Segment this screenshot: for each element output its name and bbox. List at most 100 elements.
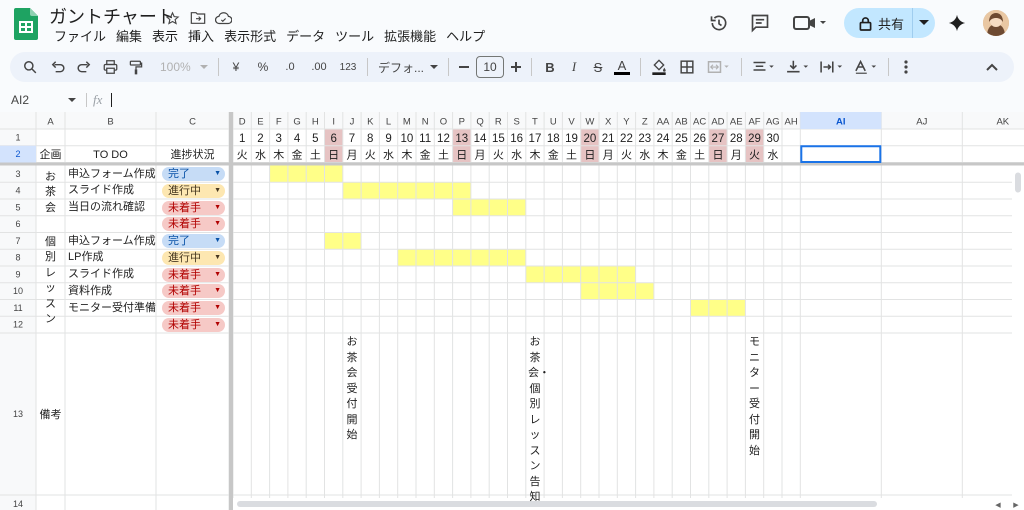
weekday: 木 bbox=[658, 149, 669, 162]
share-button[interactable]: 共有 bbox=[844, 8, 935, 38]
cloud-status-icon[interactable] bbox=[214, 9, 232, 27]
menu-item-5[interactable]: データ bbox=[281, 29, 330, 45]
dropdown-arrow-icon: ▼ bbox=[214, 203, 221, 211]
italic-button[interactable]: I bbox=[562, 55, 586, 79]
text-color-button[interactable]: A bbox=[610, 55, 634, 79]
task-name: スライド作成 bbox=[68, 268, 134, 280]
name-box-value: AI2 bbox=[11, 93, 30, 107]
weekday: 木 bbox=[401, 149, 412, 162]
status-dropdown[interactable]: 未着手 ▼ bbox=[162, 200, 225, 215]
text-rotation-icon[interactable] bbox=[850, 55, 882, 79]
menu-item-1[interactable]: 編集 bbox=[111, 29, 147, 45]
gantt-bar bbox=[342, 182, 471, 199]
menu-item-8[interactable]: ヘルプ bbox=[441, 29, 490, 45]
header-plan: 企画 bbox=[40, 147, 62, 161]
menu-item-0[interactable]: ファイル bbox=[49, 29, 111, 45]
day-number: 22 bbox=[620, 133, 633, 145]
column-header-AG: AG bbox=[766, 117, 780, 128]
move-folder-icon[interactable] bbox=[189, 9, 207, 27]
day-number: 28 bbox=[730, 133, 743, 145]
print-icon[interactable] bbox=[98, 55, 122, 79]
formula-input[interactable] bbox=[111, 93, 711, 107]
column-header-Y: Y bbox=[623, 117, 630, 128]
spreadsheet-app: ガントチャート ファイル 編集 表示 挿入 表示形式 データ ツール 拡張機能 ヘルプ 共有 1… bbox=[0, 0, 1024, 510]
row-header-13: 13 bbox=[13, 409, 23, 419]
font-select[interactable]: デフォ... bbox=[374, 55, 442, 79]
zoom-value: 100% bbox=[160, 60, 191, 74]
day-number: 29 bbox=[748, 133, 761, 145]
status-dropdown[interactable]: 未着手 ▼ bbox=[162, 267, 225, 282]
day-number: 15 bbox=[492, 133, 505, 145]
weekday: 月 bbox=[475, 150, 486, 162]
bold-button[interactable]: B bbox=[538, 55, 562, 79]
comments-icon[interactable] bbox=[746, 9, 774, 37]
strikethrough-button[interactable]: S bbox=[586, 55, 610, 79]
remark-note: モニター受付開始 bbox=[749, 336, 761, 457]
redo-icon[interactable] bbox=[72, 55, 96, 79]
status-dropdown[interactable]: 進行中 ▼ bbox=[162, 183, 225, 198]
group-label-tea-party: お茶会 bbox=[45, 170, 56, 214]
column-header-C: C bbox=[189, 117, 196, 128]
dropdown-arrow-icon: ▼ bbox=[214, 270, 221, 278]
menu-item-6[interactable]: ツール bbox=[330, 29, 379, 45]
day-number: 12 bbox=[437, 133, 450, 145]
font-size-increase-icon[interactable] bbox=[507, 55, 525, 79]
status-dropdown[interactable]: 未着手 ▼ bbox=[162, 317, 225, 332]
divider bbox=[888, 58, 889, 76]
meet-icon[interactable] bbox=[790, 9, 830, 37]
star-icon[interactable] bbox=[163, 9, 181, 27]
increase-decimal-button[interactable]: .00 bbox=[305, 55, 333, 79]
font-size-decrease-icon[interactable] bbox=[455, 55, 473, 79]
status-label: 完了 bbox=[168, 235, 190, 247]
document-title[interactable]: ガントチャート bbox=[49, 6, 175, 28]
day-number: 4 bbox=[294, 133, 301, 145]
status-dropdown[interactable]: 進行中 ▼ bbox=[162, 250, 225, 265]
gemini-icon[interactable] bbox=[943, 9, 971, 37]
menu-item-2[interactable]: 表示 bbox=[147, 29, 183, 45]
version-history-icon[interactable] bbox=[705, 9, 733, 37]
gantt-bar bbox=[690, 299, 746, 317]
column-header-G: G bbox=[293, 117, 300, 128]
currency-format-button[interactable]: ¥ bbox=[225, 55, 247, 79]
font-size-input[interactable]: 10 bbox=[476, 56, 504, 78]
more-formats-button[interactable]: 123 bbox=[335, 55, 361, 79]
status-dropdown[interactable]: 完了 ▼ bbox=[162, 167, 225, 181]
more-options-icon[interactable] bbox=[895, 55, 917, 79]
merge-cells-icon[interactable] bbox=[703, 55, 735, 79]
avatar[interactable] bbox=[983, 10, 1009, 36]
name-box[interactable]: AI2 bbox=[0, 93, 80, 107]
zoom-select[interactable]: 100% bbox=[156, 55, 212, 79]
status-dropdown[interactable]: 未着手 ▼ bbox=[162, 217, 225, 232]
decrease-decimal-button[interactable]: .0 bbox=[277, 55, 303, 79]
fill-color-icon[interactable] bbox=[647, 55, 671, 79]
percent-format-button[interactable]: % bbox=[251, 55, 275, 79]
paint-format-icon[interactable] bbox=[124, 55, 148, 79]
column-header-AC: AC bbox=[693, 117, 706, 128]
weekday: 水 bbox=[767, 149, 778, 162]
remark-note: お茶会・個別レッスン告知 bbox=[527, 336, 550, 503]
sheets-logo-icon[interactable] bbox=[14, 8, 38, 40]
collapse-toolbar-icon[interactable] bbox=[980, 55, 1004, 79]
sheet-grid[interactable]: A B C D E F G H I J K L M N O P Q R S T U V W X Y Z AA AB AC AD AE AF AG… bbox=[0, 112, 1024, 510]
weekday: 月 bbox=[346, 150, 357, 162]
menu-item-3[interactable]: 挿入 bbox=[183, 29, 219, 45]
share-main[interactable]: 共有 bbox=[844, 8, 912, 38]
search-menus-icon[interactable] bbox=[18, 55, 42, 79]
status-dropdown[interactable]: 完了 ▼ bbox=[162, 234, 225, 248]
undo-icon[interactable] bbox=[46, 55, 70, 79]
borders-icon[interactable] bbox=[675, 55, 699, 79]
day-number: 20 bbox=[583, 133, 596, 145]
menu-item-4[interactable]: 表示形式 bbox=[219, 29, 281, 45]
task-name: LP作成 bbox=[68, 251, 104, 264]
column-header-Q: Q bbox=[476, 117, 483, 128]
fx-icon: fx bbox=[93, 92, 103, 107]
status-dropdown[interactable]: 未着手 ▼ bbox=[162, 284, 225, 299]
status-dropdown[interactable]: 未着手 ▼ bbox=[162, 301, 225, 315]
menu-item-7[interactable]: 拡張機能 bbox=[379, 29, 441, 45]
vertical-align-icon[interactable] bbox=[782, 55, 814, 79]
column-header-AF: AF bbox=[748, 117, 760, 128]
text-wrapping-icon[interactable] bbox=[816, 55, 848, 79]
share-label: 共有 bbox=[878, 16, 905, 32]
share-dropdown-icon[interactable] bbox=[913, 20, 935, 26]
horizontal-align-icon[interactable] bbox=[748, 55, 780, 79]
